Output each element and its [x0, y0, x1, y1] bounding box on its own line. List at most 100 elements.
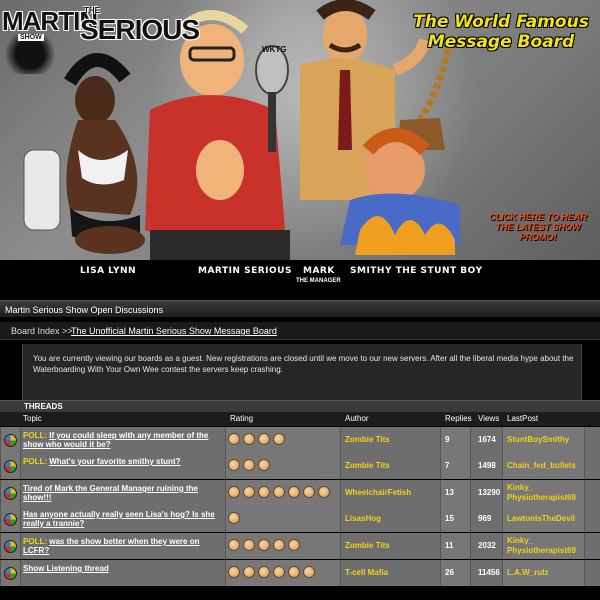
- thread-rating[interactable]: [228, 459, 273, 473]
- breadcrumb: Board Index >> The Unofficial Martin Ser…: [0, 322, 600, 340]
- rating-icon: [273, 566, 285, 578]
- thread-rating[interactable]: [228, 539, 303, 553]
- col-rating[interactable]: Rating: [230, 414, 253, 423]
- col-author[interactable]: Author: [345, 414, 369, 423]
- thread-replies: 13: [445, 488, 454, 497]
- svg-text:WKTG: WKTG: [262, 45, 286, 54]
- col-replies[interactable]: Replies: [445, 414, 472, 423]
- rating-icon: [288, 566, 300, 578]
- character-names: LISA LYNN MARTIN SERIOUS MARK THE MANAGE…: [0, 260, 600, 296]
- thread-status-icon: [4, 434, 17, 447]
- poll-label: POLL:: [23, 457, 47, 466]
- rating-icon: [288, 539, 300, 551]
- rating-icon: [243, 566, 255, 578]
- thread-topic: Show Listening thread: [23, 564, 223, 573]
- board-title: Martin Serious Show Open Discussions: [5, 305, 164, 315]
- thread-author[interactable]: Zombie Tits: [345, 541, 390, 550]
- thread-author[interactable]: T-cell Mafia: [345, 568, 388, 577]
- thread-title-link[interactable]: Tired of Mark the General Manager ruinin…: [23, 484, 198, 502]
- thread-lastpost[interactable]: Kinky_ Physiotherapist69: [507, 483, 587, 503]
- col-lastpost[interactable]: LastPost: [507, 414, 538, 423]
- rating-icon: [258, 486, 270, 498]
- lisa-lynn-figure: [63, 53, 145, 254]
- thread-status-icon: [4, 513, 17, 526]
- thread-title-link[interactable]: Show Listening thread: [23, 564, 109, 573]
- rating-icon: [273, 433, 285, 445]
- thread-lastpost[interactable]: L.A.W_rulz: [507, 568, 587, 578]
- rating-icon: [258, 539, 270, 551]
- thread-topic: POLL: What's your favorite smithy stunt?: [23, 457, 223, 466]
- thread-views: 2032: [478, 541, 496, 550]
- character-name-lisa: LISA LYNN: [80, 266, 137, 276]
- thread-rating[interactable]: [228, 433, 288, 447]
- poll-label: POLL:: [23, 431, 47, 440]
- rating-icon: [243, 539, 255, 551]
- show-promo-link[interactable]: CLICK HERE TO HEAR THE LATEST SHOW PROMO…: [488, 212, 588, 242]
- rating-icon: [303, 486, 315, 498]
- thread-rating[interactable]: [228, 486, 333, 500]
- character-name-martin: MARTIN SERIOUS: [198, 266, 292, 276]
- thread-author[interactable]: WheelchairFetish: [345, 488, 411, 497]
- thread-views: 1674: [478, 435, 496, 444]
- board-title-bar: Martin Serious Show Open Discussions: [0, 300, 600, 318]
- table-row[interactable]: POLL: was the show better when they were…: [0, 533, 600, 559]
- poll-label: POLL:: [23, 537, 47, 546]
- thread-status-icon: [4, 540, 17, 553]
- rating-icon: [273, 486, 285, 498]
- threads-label: THREADS: [24, 402, 63, 411]
- show-logo[interactable]: MARTIN THE SHOW SERIOUS: [2, 2, 200, 62]
- table-row[interactable]: POLL: What's your favorite smithy stunt?…: [0, 453, 600, 479]
- thread-lastpost[interactable]: StuntBoySmithy: [507, 435, 587, 445]
- thread-author[interactable]: LisasHog: [345, 514, 381, 523]
- thread-status-icon: [4, 460, 17, 473]
- thread-views: 969: [478, 514, 492, 523]
- rating-icon: [258, 433, 270, 445]
- thread-rating[interactable]: [228, 512, 243, 526]
- thread-author[interactable]: Zombie Tits: [345, 461, 390, 470]
- rating-icon: [243, 486, 255, 498]
- rating-icon: [228, 433, 240, 445]
- col-views[interactable]: Views: [478, 414, 499, 423]
- thread-replies: 11: [445, 541, 454, 550]
- character-name-smithy: SMITHY THE STUNT BOY: [350, 266, 483, 276]
- header-banner: WKTG MARTIN THE SHOW SERIOUS The World F…: [0, 0, 600, 260]
- thread-rating[interactable]: [228, 566, 318, 580]
- rating-icon: [258, 566, 270, 578]
- breadcrumb-board-link[interactable]: The Unofficial Martin Serious Show Messa…: [71, 326, 277, 336]
- urinal-shape: [23, 149, 61, 231]
- thread-title-link[interactable]: was the show better when they were on LC…: [23, 537, 200, 555]
- thread-status-icon: [4, 567, 17, 580]
- col-topic[interactable]: Topic: [23, 414, 42, 423]
- thread-replies: 7: [445, 461, 450, 470]
- rating-icon: [228, 459, 240, 471]
- threads-header: THREADS: [0, 400, 600, 412]
- board-tagline: The World Famous Message Board: [413, 12, 589, 52]
- table-row[interactable]: Show Listening thread T-cell Mafia 26 11456…: [0, 560, 600, 586]
- thread-lastpost[interactable]: Kinky_ Physiotherapist69: [507, 536, 587, 556]
- character-name-mark: MARK: [303, 266, 335, 276]
- table-row[interactable]: Tired of Mark the General Manager ruinin…: [0, 480, 600, 506]
- rating-icon: [243, 433, 255, 445]
- thread-lastpost[interactable]: LawtonIsTheDevil: [507, 514, 587, 524]
- guest-notice: You are currently viewing our boards as …: [22, 344, 582, 400]
- rating-icon: [243, 459, 255, 471]
- thread-title-link[interactable]: If you could sleep with any member of th…: [23, 431, 208, 449]
- thread-author[interactable]: Zombie Tits: [345, 435, 390, 444]
- thread-lastpost[interactable]: Chain_fed_bullets: [507, 461, 587, 471]
- thread-topic: POLL: If you could sleep with any member…: [23, 431, 223, 449]
- character-sub-mark: THE MANAGER: [296, 278, 341, 284]
- breadcrumb-index[interactable]: Board Index >>: [11, 326, 73, 336]
- rating-icon: [228, 566, 240, 578]
- rating-icon: [273, 539, 285, 551]
- thread-views: 1498: [478, 461, 496, 470]
- thread-views: 11456: [478, 568, 500, 577]
- thread-replies: 15: [445, 514, 454, 523]
- thread-title-link[interactable]: What's your favorite smithy stunt?: [49, 457, 180, 466]
- table-row[interactable]: Has anyone actually really seen Lisa's h…: [0, 506, 600, 532]
- table-row[interactable]: POLL: If you could sleep with any member…: [0, 427, 600, 453]
- guest-notice-text: You are currently viewing our boards as …: [33, 354, 574, 374]
- thread-replies: 26: [445, 568, 454, 577]
- thread-title-link[interactable]: Has anyone actually really seen Lisa's h…: [23, 510, 215, 528]
- rating-icon: [228, 512, 240, 524]
- rating-icon: [228, 539, 240, 551]
